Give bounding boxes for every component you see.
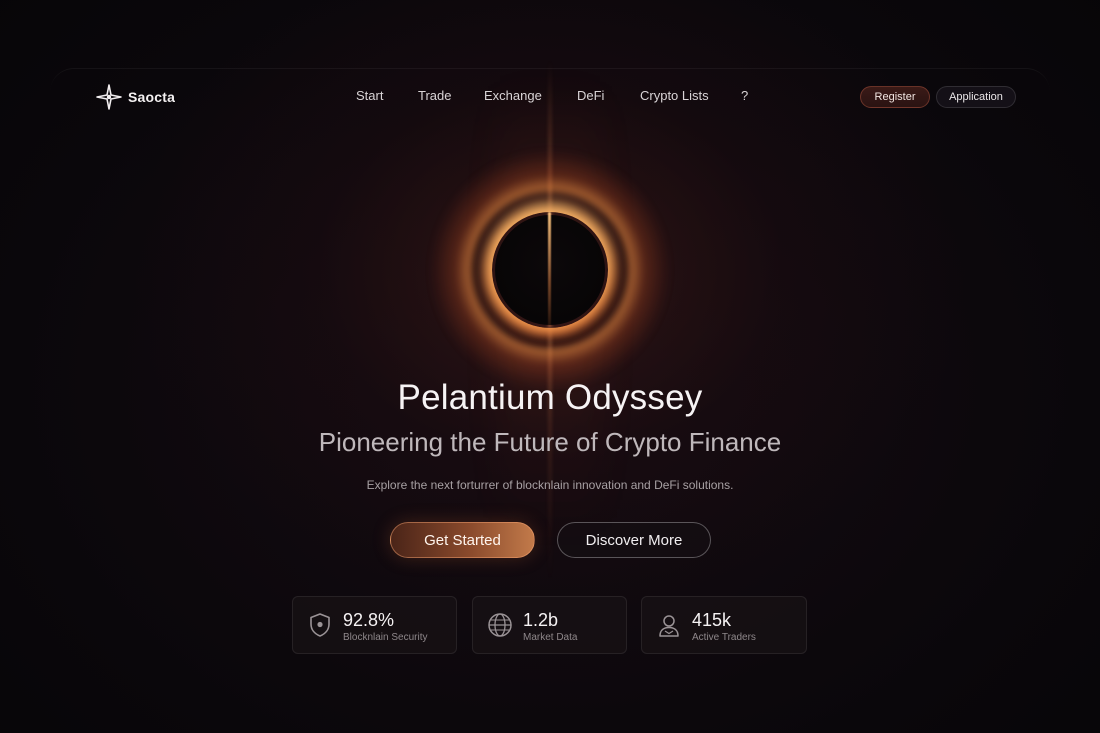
top-nav: Saocta Start Trade Exchange DeFi Crypto … xyxy=(96,80,1016,114)
nav-item-defi[interactable]: DeFi xyxy=(577,88,604,103)
user-icon xyxy=(656,612,682,638)
get-started-button[interactable]: Get Started xyxy=(390,522,535,558)
discover-more-button[interactable]: Discover More xyxy=(557,522,711,558)
nav-item-crypto-lists[interactable]: Crypto Lists xyxy=(640,88,709,103)
nav-item-start[interactable]: Start xyxy=(356,88,383,103)
page: Saocta Start Trade Exchange DeFi Crypto … xyxy=(0,0,1100,733)
shield-icon xyxy=(307,612,333,638)
stat-card-market-data: 1.2b Market Data xyxy=(472,596,627,654)
hero-title: Pelantium Odyssey xyxy=(397,378,703,417)
hero-subtitle: Pioneering the Future of Crypto Finance xyxy=(318,427,782,457)
hero-description: Explore the next forturrer of blocknlain… xyxy=(366,478,734,492)
diamond-compass-icon xyxy=(96,84,122,110)
nav-item-trade[interactable]: Trade xyxy=(418,88,451,103)
stat-label: Active Traders xyxy=(692,632,756,643)
stat-value: 415k xyxy=(692,610,732,630)
brand-logo[interactable]: Saocta xyxy=(96,84,175,110)
globe-icon xyxy=(487,612,513,638)
stat-value: 1.2b xyxy=(523,610,559,630)
stat-value: 92.8% xyxy=(343,610,395,630)
application-button[interactable]: Application xyxy=(936,86,1016,108)
stat-card-active-traders: 415k Active Traders xyxy=(641,596,807,654)
stat-label: Market Data xyxy=(523,632,578,643)
nav-item-help[interactable]: ? xyxy=(741,88,748,103)
nav-item-exchange[interactable]: Exchange xyxy=(484,88,542,103)
eclipse-light-line xyxy=(548,212,551,328)
register-button[interactable]: Register xyxy=(860,86,930,108)
stat-label: Blocknlain Security xyxy=(343,632,428,643)
brand-name: Saocta xyxy=(128,89,176,105)
eclipse-graphic xyxy=(430,150,670,390)
stat-card-security: 92.8% Blocknlain Security xyxy=(292,596,457,654)
